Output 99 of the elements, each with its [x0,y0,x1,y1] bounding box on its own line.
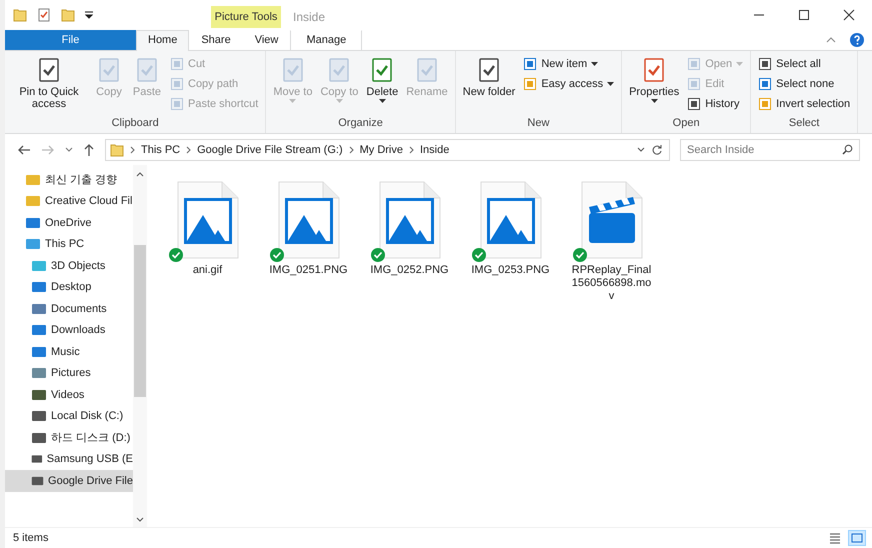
file-item[interactable]: IMG_0253.PNG [462,181,559,277]
nav-item[interactable]: Desktop [5,276,133,298]
nav-item[interactable]: Music [5,341,133,362]
nav-item[interactable]: Pictures [5,362,133,384]
back-icon[interactable] [17,144,31,156]
nav-item[interactable]: Documents [5,298,133,320]
tile-icon [25,216,41,230]
ribbon-button[interactable]: Delete [363,54,402,105]
square-icon [687,97,702,111]
tile-icon [31,409,47,424]
collapse-ribbon-icon[interactable] [826,36,836,44]
file-icon [580,181,642,259]
file-item[interactable]: IMG_0251.PNG [260,181,357,277]
square-icon [170,77,184,91]
breadcrumb[interactable]: My Drive [360,144,403,156]
tile-icon [31,258,47,273]
ribbon-button[interactable]: Invert selection [755,94,854,114]
address-bar[interactable]: This PC Google Drive File Stream (G:) My Drive Inside [105,139,670,161]
nav-item[interactable]: Downloads [5,320,133,341]
group-label: Clipboard [110,117,160,131]
nav-item[interactable]: 3D Objects [5,255,133,276]
square-icon [687,57,702,71]
ribbon-tab[interactable]: View [242,30,290,50]
nav-item[interactable]: This PC [5,234,133,255]
square-icon [170,57,184,71]
ribbon-button[interactable]: New item [520,54,618,74]
group-label: Select [788,117,820,131]
ribbon-button[interactable]: Easy access [520,74,618,94]
ribbon-tab[interactable]: Home [136,30,190,51]
nav-item[interactable]: Google Drive File [5,470,133,492]
tile-icon [31,430,47,445]
nav-item[interactable]: 최신 기출 경향 [5,169,133,190]
folder-icon [110,143,124,157]
tile-icon [31,388,47,402]
close-icon[interactable] [843,9,855,21]
recent-caret-icon[interactable] [65,147,73,153]
breadcrumb[interactable]: This PC [141,144,180,156]
square-icon [687,77,702,91]
chevron-icon[interactable] [130,146,135,154]
tile-icon [31,280,47,294]
tile-icon [31,344,47,359]
refresh-icon[interactable] [651,144,663,156]
search-field[interactable]: Search Inside [680,139,860,161]
nav-item[interactable]: 하드 디스크 (D:) [5,427,133,448]
square-icon [170,97,184,111]
maximize-icon[interactable] [798,9,810,21]
group-label: Open [672,117,701,131]
nav-item[interactable]: Creative Cloud Fil [5,190,133,212]
square-icon [758,77,772,91]
ribbon-tab[interactable]: Manage [290,30,362,50]
breadcrumb[interactable]: Inside [420,144,450,156]
square-icon [523,57,538,71]
file-icon [278,181,340,259]
tile-icon [31,366,47,380]
tile-icon [25,194,41,208]
scroll-down-icon[interactable] [136,517,144,523]
file-icon [378,181,440,259]
nav-item[interactable]: Local Disk (C:) [5,406,133,427]
search-icon[interactable] [842,144,853,155]
nav-item[interactable]: OneDrive [5,212,133,234]
tile-icon [31,302,47,316]
ribbon-tab[interactable]: Share [189,30,243,50]
scrollbar[interactable] [133,165,147,527]
customize-caret-icon[interactable] [85,11,93,19]
group-label: New [526,117,550,131]
scroll-up-icon[interactable] [136,171,144,177]
ribbon-button[interactable]: Properties [626,54,682,105]
properties-icon[interactable] [37,8,51,22]
square-icon [758,97,772,111]
chevron-icon[interactable] [348,146,354,154]
ribbon-button[interactable]: Select none [755,74,854,94]
tile-icon [31,323,47,338]
large-icons-view-icon[interactable] [848,530,866,546]
breadcrumb[interactable]: Google Drive File Stream (G:) [197,144,343,156]
help-icon[interactable] [850,33,864,47]
nav-item[interactable]: Videos [5,384,133,406]
file-icon [176,181,238,259]
ribbon-button[interactable]: New folder [460,54,518,100]
up-icon[interactable] [83,143,95,157]
ribbon-tab[interactable]: File [5,30,136,50]
tile-icon [25,172,41,187]
window-title: Inside [292,9,326,26]
file-item[interactable]: IMG_0252.PNG [361,181,458,277]
nav-item[interactable]: Samsung USB (E [5,448,133,470]
ribbon-button[interactable]: Select all [755,54,854,74]
square-icon [758,57,772,71]
square-icon [523,77,538,91]
item-count: 5 items [13,532,48,544]
dropdown-caret-icon[interactable] [637,147,645,153]
file-item[interactable]: ani.gif [159,181,256,277]
chevron-icon[interactable] [186,146,192,154]
ribbon-button[interactable]: History [684,94,746,114]
tile-icon [25,237,41,252]
group-label: Organize [337,117,384,131]
context-tab-header: Picture Tools [211,6,281,28]
file-item[interactable]: RPReplay_Final1560566898.mov [563,181,660,303]
file-icon [480,181,542,259]
ribbon-button[interactable]: Pin to Quick access [9,54,89,112]
chevron-icon[interactable] [409,146,414,154]
